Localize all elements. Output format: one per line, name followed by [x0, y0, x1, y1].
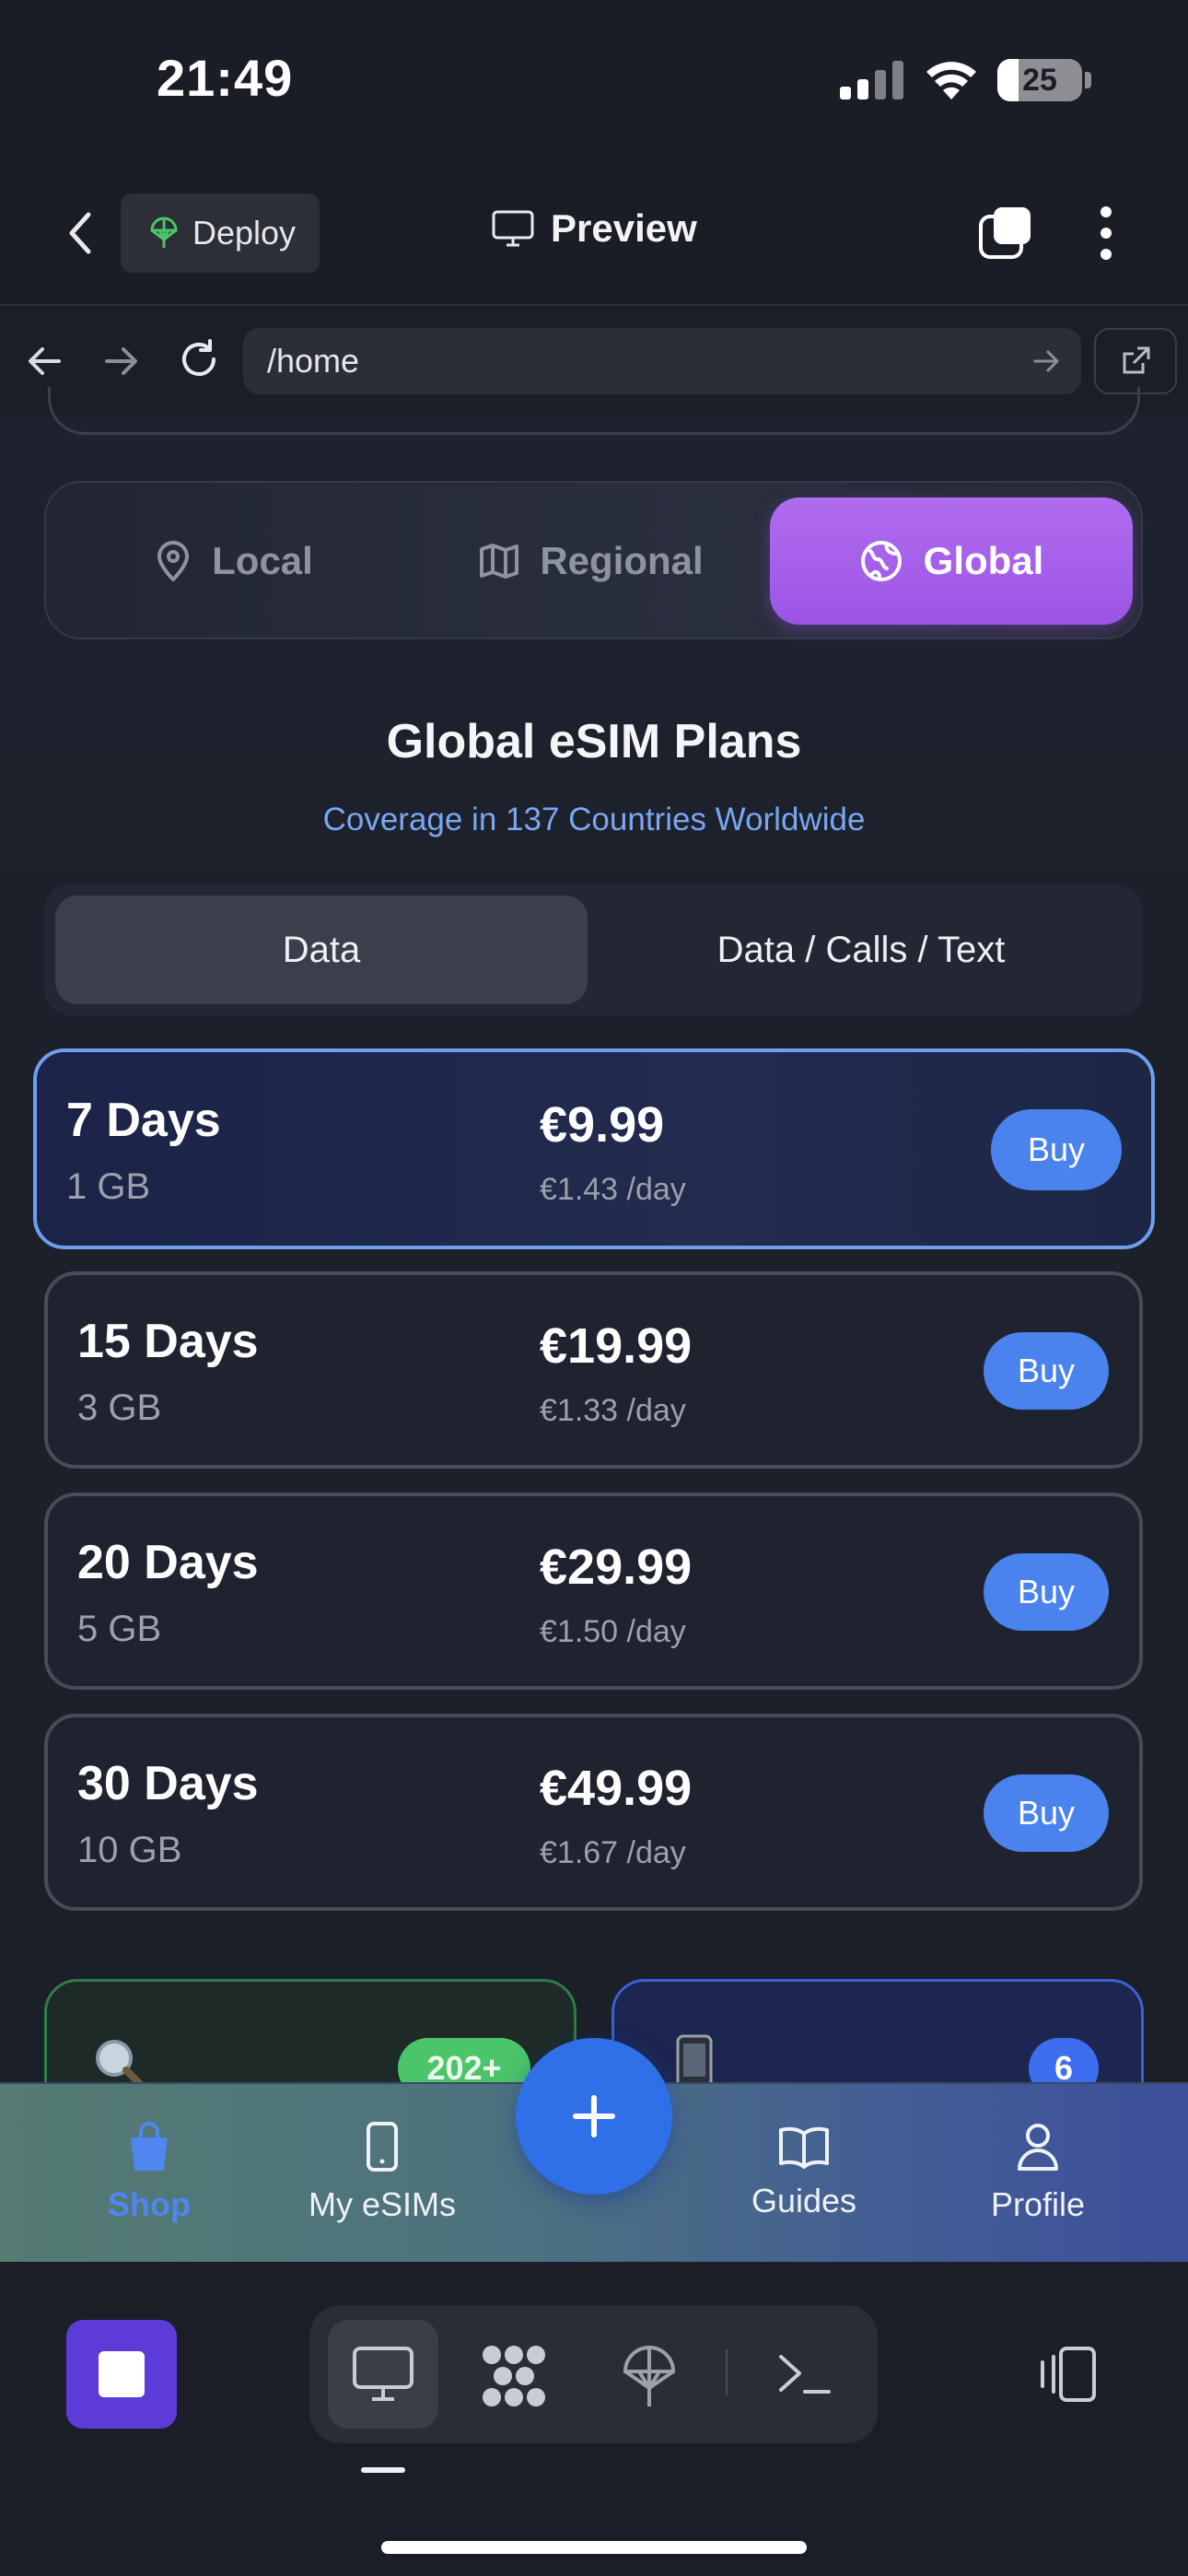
- monitor-icon: [492, 210, 534, 247]
- plan-duration: 15 Days: [77, 1315, 259, 1368]
- wifi-icon: [923, 57, 980, 100]
- nav-profile[interactable]: Profile: [956, 2082, 1120, 2262]
- add-button[interactable]: [516, 2038, 672, 2195]
- plan-price-per-day: €1.50 /day: [540, 1614, 686, 1649]
- battery-level: 25: [1022, 63, 1057, 98]
- preview-title: Preview: [492, 206, 697, 251]
- plan-data-amount: 5 GB: [77, 1609, 162, 1649]
- plan-price-per-day: €1.67 /day: [540, 1835, 686, 1870]
- home-indicator: [381, 2541, 807, 2554]
- workflow-icon[interactable]: [479, 2344, 549, 2408]
- plus-icon: [573, 2095, 615, 2137]
- buy-button[interactable]: Buy: [984, 1553, 1109, 1631]
- tab-global-label: Global: [923, 539, 1044, 582]
- back-button[interactable]: [59, 207, 103, 259]
- tab-local-label: Local: [212, 539, 313, 582]
- browser-forward-icon[interactable]: [99, 339, 144, 383]
- plan-duration: 20 Days: [77, 1536, 259, 1589]
- terminal-icon[interactable]: [777, 2351, 833, 2397]
- browser-back-icon[interactable]: [22, 339, 66, 383]
- book-icon: [777, 2125, 831, 2169]
- phone-icon: [674, 2034, 715, 2090]
- user-icon: [1016, 2121, 1060, 2172]
- battery-indicator: 25: [997, 59, 1082, 101]
- tab-data[interactable]: Data: [55, 896, 588, 1004]
- buy-button[interactable]: Buy: [984, 1332, 1109, 1410]
- plan-price-per-day: €1.43 /day: [540, 1172, 686, 1207]
- stop-icon: [99, 2351, 145, 2397]
- buy-button[interactable]: Buy: [984, 1774, 1109, 1852]
- map-icon: [479, 543, 519, 580]
- url-go-icon[interactable]: [1030, 345, 1063, 378]
- deploy-label: Deploy: [192, 214, 297, 252]
- smartphone-icon: [364, 2121, 401, 2172]
- previous-card-edge: [48, 387, 1140, 435]
- more-options-icon[interactable]: [1096, 205, 1116, 262]
- plan-data-amount: 10 GB: [77, 1830, 182, 1870]
- dock-divider: [726, 2349, 728, 2395]
- active-view-indicator: [361, 2467, 405, 2473]
- battery-cap: [1085, 72, 1091, 88]
- tab-global[interactable]: Global: [770, 498, 1133, 625]
- status-time: 21:49: [157, 49, 294, 107]
- plan-data-amount: 1 GB: [66, 1166, 151, 1207]
- buy-button[interactable]: Buy: [991, 1109, 1122, 1190]
- url-text: /home: [267, 342, 360, 380]
- nav-profile-label: Profile: [990, 2184, 1086, 2223]
- nav-shop-label: Shop: [108, 2184, 191, 2223]
- device-rotate-icon[interactable]: [1033, 2346, 1100, 2403]
- nav-guides[interactable]: Guides: [718, 2082, 890, 2262]
- reload-icon[interactable]: [177, 337, 221, 381]
- deploy-button[interactable]: Deploy: [121, 193, 320, 273]
- url-input[interactable]: /home: [243, 328, 1081, 394]
- cellular-signal-icon: [840, 61, 904, 100]
- nav-my-esims-label: My eSIMs: [308, 2184, 456, 2223]
- tabs-icon[interactable]: [977, 204, 1034, 261]
- plan-data-amount: 3 GB: [77, 1388, 162, 1428]
- nav-guides-label: Guides: [751, 2181, 857, 2219]
- tab-local[interactable]: Local: [55, 498, 413, 625]
- stop-button[interactable]: [66, 2320, 177, 2429]
- globe-icon: [859, 539, 903, 583]
- coverage-subtitle: Coverage in 137 Countries Worldwide: [322, 802, 866, 837]
- plan-price: €9.99: [540, 1097, 665, 1153]
- preview-label: Preview: [551, 206, 697, 250]
- tab-regional-label: Regional: [540, 539, 704, 582]
- shopping-bag-icon: [125, 2121, 173, 2172]
- plan-price-per-day: €1.33 /day: [540, 1393, 686, 1428]
- page-title: Global eSIM Plans: [386, 715, 802, 768]
- open-external-button[interactable]: [1094, 328, 1177, 394]
- nav-my-esims[interactable]: My eSIMs: [287, 2082, 477, 2262]
- tab-regional[interactable]: Regional: [413, 498, 770, 625]
- tab-data-calls-text[interactable]: Data / Calls / Text: [589, 896, 1133, 1004]
- external-link-icon: [1119, 345, 1152, 378]
- plan-price: €19.99: [540, 1318, 693, 1374]
- nav-shop[interactable]: Shop: [55, 2082, 243, 2262]
- deploy-icon[interactable]: [621, 2344, 678, 2410]
- monitor-icon: [352, 2346, 414, 2403]
- plan-price: €29.99: [540, 1540, 693, 1595]
- deploy-icon: [148, 216, 180, 251]
- plan-duration: 7 Days: [66, 1094, 221, 1147]
- plan-duration: 30 Days: [77, 1757, 259, 1810]
- plan-price: €49.99: [540, 1761, 693, 1816]
- map-pin-icon: [155, 541, 192, 581]
